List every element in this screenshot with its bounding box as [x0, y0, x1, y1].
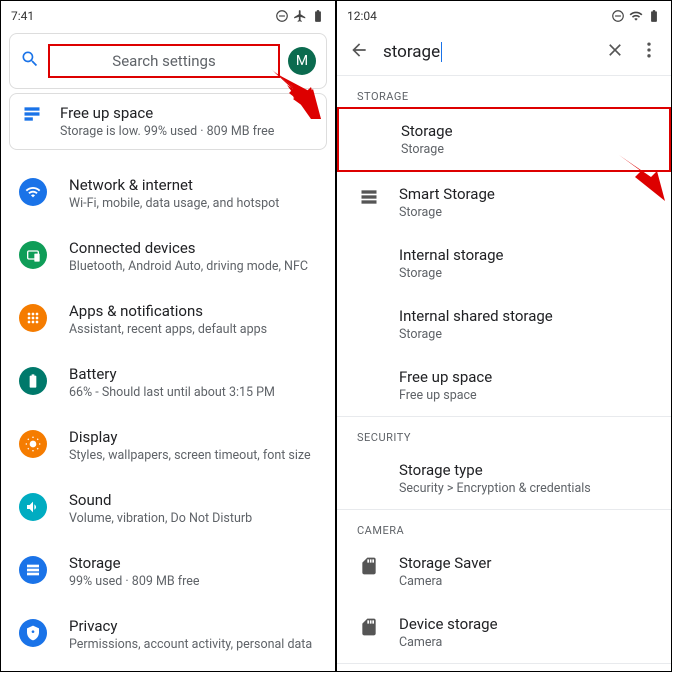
clear-button[interactable] [605, 40, 625, 64]
row-title: Network & internet [69, 176, 279, 194]
row-subtitle: Permissions, account activity, personal … [69, 637, 312, 652]
search-result[interactable]: Free up space Free up space [337, 355, 671, 416]
settings-row-display[interactable]: Display Styles, wallpapers, screen timeo… [1, 414, 335, 477]
apps-icon [19, 304, 47, 332]
row-subtitle: Volume, vibration, Do Not Disturb [69, 511, 252, 526]
search-placeholder: Search settings [48, 44, 280, 78]
row-subtitle: Wi-Fi, mobile, data usage, and hotspot [69, 196, 279, 211]
settings-row-sound[interactable]: Sound Volume, vibration, Do Not Disturb [1, 477, 335, 540]
section-header: CAMERA [337, 510, 671, 541]
result-title: Storage Saver [399, 554, 491, 572]
battery-icon [19, 367, 47, 395]
settings-row-wifi[interactable]: Network & internet Wi-Fi, mobile, data u… [1, 162, 335, 225]
row-title: Sound [69, 491, 252, 509]
section-header: STORAGE [337, 76, 671, 107]
wifi-icon [629, 9, 643, 23]
result-subtitle: Security > Encryption & credentials [399, 481, 591, 496]
clock: 7:41 [11, 9, 34, 23]
row-subtitle: 99% used · 809 MB free [69, 574, 200, 589]
search-result[interactable]: Storage type Security > Encryption & cre… [337, 448, 671, 509]
row-subtitle: Bluetooth, Android Auto, driving mode, N… [69, 259, 308, 274]
settings-row-apps[interactable]: Apps & notifications Assistant, recent a… [1, 288, 335, 351]
devices-icon [19, 241, 47, 269]
row-title: Apps & notifications [69, 302, 267, 320]
storage-icon [357, 187, 381, 207]
free-up-space-icon [22, 104, 42, 128]
battery-icon [647, 9, 661, 23]
row-subtitle: Styles, wallpapers, screen timeout, font… [69, 448, 311, 463]
back-button[interactable] [349, 40, 369, 64]
result-subtitle: Camera [399, 574, 491, 589]
row-title: Connected devices [69, 239, 308, 257]
search-result[interactable]: Internal storage Storage [337, 233, 671, 294]
search-icon [20, 49, 40, 73]
row-title: Battery [69, 365, 275, 383]
settings-main-screen: 7:41 Search settings M Free up space Sto… [0, 0, 336, 672]
wifi-icon [19, 178, 47, 206]
result-subtitle: Storage [399, 266, 504, 281]
row-title: Storage [69, 554, 200, 572]
result-title: Storage [401, 122, 453, 140]
settings-row-devices[interactable]: Connected devices Bluetooth, Android Aut… [1, 225, 335, 288]
settings-row-storage[interactable]: Storage 99% used · 809 MB free [1, 540, 335, 603]
dnd-icon [275, 9, 289, 23]
settings-list: Network & internet Wi-Fi, mobile, data u… [1, 158, 335, 672]
result-title: Storage type [399, 461, 591, 479]
free-up-space-title: Free up space [60, 104, 274, 122]
settings-row-battery[interactable]: Battery 66% - Should last until about 3:… [1, 351, 335, 414]
storage-icon [19, 556, 47, 584]
sd-icon [357, 556, 381, 576]
free-up-space-subtitle: Storage is low. 99% used · 809 MB free [60, 124, 274, 139]
airplane-icon [293, 9, 307, 23]
result-subtitle: Free up space [399, 388, 492, 403]
privacy-icon [19, 619, 47, 647]
sd-icon [357, 617, 381, 637]
section-header: SECURITY [337, 417, 671, 448]
result-subtitle: Camera [399, 635, 498, 650]
row-subtitle: Assistant, recent apps, default apps [69, 322, 267, 337]
result-subtitle: Storage [399, 205, 495, 220]
result-title: Smart Storage [399, 185, 495, 203]
result-subtitle: Storage [401, 142, 453, 157]
settings-row-location[interactable]: Location On · 11 apps have access to loc… [1, 666, 335, 672]
search-header: storage [337, 29, 671, 75]
search-result[interactable]: Internal shared storage Storage [337, 294, 671, 355]
search-result[interactable]: Storage Saver Camera [337, 541, 671, 602]
search-input[interactable]: storage [383, 42, 591, 62]
settings-search-screen: 12:04 storage STORAGE Storage Storage Sm… [336, 0, 672, 672]
dnd-icon [611, 9, 625, 23]
display-icon [19, 430, 47, 458]
result-title: Internal storage [399, 246, 504, 264]
result-title: Free up space [399, 368, 492, 386]
search-result[interactable]: Device storage Camera [337, 602, 671, 663]
result-title: Device storage [399, 615, 498, 633]
settings-row-privacy[interactable]: Privacy Permissions, account activity, p… [1, 603, 335, 666]
row-title: Privacy [69, 617, 312, 635]
overflow-menu[interactable] [639, 40, 659, 64]
annotation-arrow [617, 153, 667, 203]
result-subtitle: Storage [399, 327, 553, 342]
result-title: Internal shared storage [399, 307, 553, 325]
clock: 12:04 [347, 9, 377, 23]
status-bar: 12:04 [337, 1, 671, 29]
annotation-arrow [271, 69, 321, 119]
row-subtitle: 66% - Should last until about 3:15 PM [69, 385, 275, 400]
status-bar: 7:41 [1, 1, 335, 29]
sound-icon [19, 493, 47, 521]
battery-icon [311, 9, 325, 23]
row-title: Display [69, 428, 311, 446]
